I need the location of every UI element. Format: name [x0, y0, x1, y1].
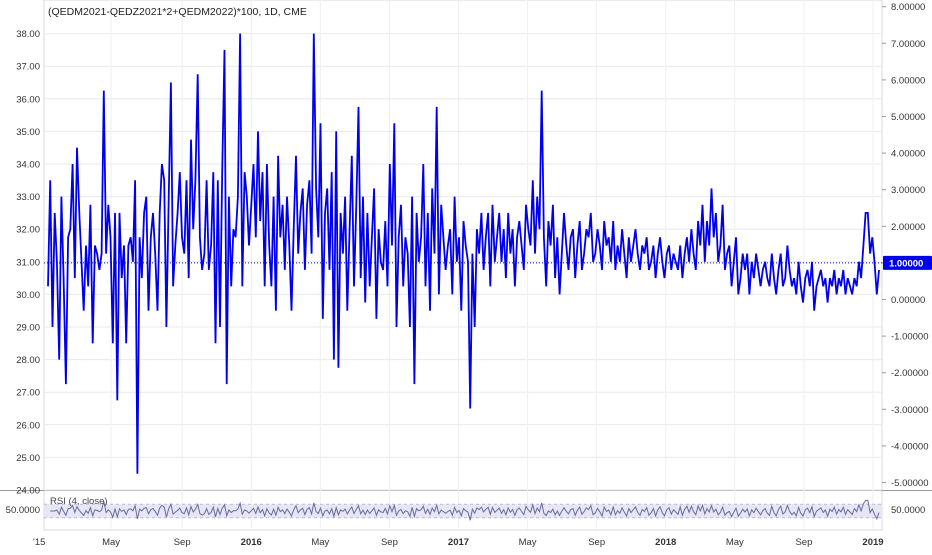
- y-tick-label-right: 5.00000: [891, 112, 925, 123]
- y-tick-label-left: 37.00: [16, 62, 40, 73]
- x-tick-label: May: [102, 537, 120, 548]
- y-tick-label-right: 2.00000: [891, 222, 925, 233]
- x-tick-label: Sep: [174, 537, 191, 548]
- y-tick-label-right: 6.00000: [891, 75, 925, 86]
- x-tick-label: 2017: [448, 537, 469, 548]
- rsi-tick-label-left: 50.0000: [6, 505, 40, 516]
- y-tick-label-right: 4.00000: [891, 149, 925, 160]
- y-tick-label-right: 3.00000: [891, 185, 925, 196]
- rsi-label: RSI (4, close): [50, 496, 108, 507]
- x-tick-label: '15: [33, 537, 45, 548]
- y-tick-label-right: -3.00000: [891, 405, 929, 416]
- y-tick-label-left: 26.00: [16, 420, 40, 431]
- x-tick-label: Sep: [381, 537, 398, 548]
- y-tick-label-right: 7.00000: [891, 39, 925, 50]
- y-tick-label-left: 35.00: [16, 127, 40, 138]
- last-value-label: 1.00000: [889, 258, 923, 269]
- y-tick-label-left: 27.00: [16, 388, 40, 399]
- x-tick-label: Sep: [795, 537, 812, 548]
- x-tick-label: 2018: [655, 537, 676, 548]
- y-tick-label-right: -4.00000: [891, 441, 929, 452]
- y-tick-label-left: 29.00: [16, 323, 40, 334]
- x-tick-label: Sep: [588, 537, 605, 548]
- x-tick-label: 2016: [241, 537, 262, 548]
- y-tick-label-right: 8.00000: [891, 2, 925, 13]
- y-tick-label-left: 25.00: [16, 453, 40, 464]
- y-tick-label-left: 31.00: [16, 257, 40, 268]
- x-tick-label: 2019: [862, 537, 883, 548]
- y-tick-label-right: -5.00000: [891, 478, 929, 489]
- y-tick-label-left: 36.00: [16, 94, 40, 105]
- y-tick-label-left: 28.00: [16, 355, 40, 366]
- y-tick-label-left: 38.00: [16, 29, 40, 40]
- x-tick-label: May: [726, 537, 744, 548]
- y-tick-label-left: 34.00: [16, 160, 40, 171]
- y-tick-label-right: 0.00000: [891, 295, 925, 306]
- chart-root: 24.00 25.00 26.00 27.00 28.00 29.00 30.00 31.00…: [0, 0, 932, 550]
- chart-svg: 24.00 25.00 26.00 27.00 28.00 29.00 30.00 31.00…: [0, 0, 932, 548]
- price-line: [47, 33, 880, 474]
- y-tick-label-right: -2.00000: [891, 368, 929, 379]
- y-tick-label-left: 33.00: [16, 192, 40, 203]
- y-tick-label-right: -1.00000: [891, 332, 929, 343]
- rsi-tick-label-right: 50.0000: [891, 505, 925, 516]
- y-tick-label-left: 32.00: [16, 225, 40, 236]
- y-tick-label-left: 24.00: [16, 486, 40, 497]
- y-tick-label-left: 30.00: [16, 290, 40, 301]
- chart-title: (QEDM2021-QEDZ2021*2+QEDM2022)*100, 1D, …: [48, 6, 307, 18]
- x-tick-label: May: [311, 537, 329, 548]
- x-tick-label: May: [519, 537, 537, 548]
